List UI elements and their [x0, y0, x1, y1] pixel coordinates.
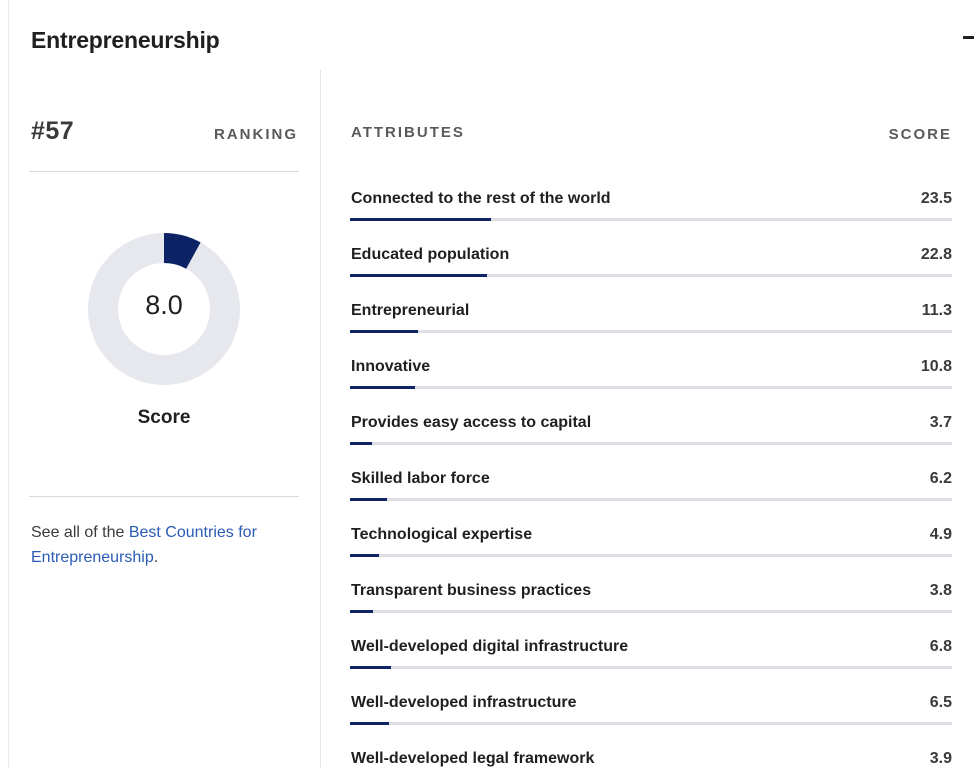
attribute-bar-fill	[350, 498, 388, 501]
entrepreneurship-panel: Entrepreneurship #57 RANKING 8.0 Score S…	[0, 0, 974, 768]
attribute-row: Connected to the rest of the world 23.5	[350, 190, 952, 230]
attribute-bar-track	[350, 274, 952, 277]
attribute-row: Educated population 22.8	[350, 246, 952, 286]
attribute-score: 23.5	[920, 190, 952, 207]
attribute-score: 3.7	[929, 414, 952, 431]
attribute-score: 3.9	[929, 750, 952, 767]
attribute-bar-fill	[350, 442, 373, 445]
attribute-bar-track	[350, 610, 952, 613]
attribute-score: 4.9	[929, 526, 952, 543]
attribute-name: Well-developed digital infrastructure	[351, 638, 629, 655]
attribute-name: Transparent business practices	[351, 582, 592, 599]
column-divider	[320, 70, 321, 768]
attributes-list: Connected to the rest of the world 23.5 Ed…	[350, 0, 952, 768]
attribute-bar-fill	[350, 554, 380, 557]
section-title: Entrepreneurship	[31, 27, 220, 53]
attribute-name: Skilled labor force	[351, 470, 490, 487]
attribute-bar-track	[350, 722, 952, 725]
attribute-bar-fill	[350, 610, 373, 613]
attribute-bar-track	[350, 498, 952, 501]
attribute-row: Technological expertise 4.9	[350, 526, 952, 566]
attribute-bar-fill	[350, 330, 419, 333]
score-caption: Score	[137, 407, 191, 428]
attribute-name: Provides easy access to capital	[351, 414, 592, 431]
attribute-score: 11.3	[921, 302, 952, 319]
attribute-score: 6.5	[929, 694, 952, 711]
ranking-divider	[29, 171, 299, 172]
attribute-bar-fill	[350, 218, 492, 221]
attribute-name: Educated population	[351, 246, 510, 263]
attribute-bar-track	[350, 386, 952, 389]
attribute-bar-track	[350, 666, 952, 669]
see-all-suffix: .	[153, 549, 159, 566]
attribute-score: 6.2	[929, 470, 952, 487]
attribute-bar-fill	[350, 386, 416, 389]
attribute-row: Entrepreneurial 11.3	[350, 302, 952, 342]
attribute-bar-track	[350, 554, 952, 557]
attribute-row: Well-developed infrastructure 6.5	[350, 694, 952, 734]
attribute-row: Well-developed digital infrastructure 6.8	[350, 638, 952, 678]
attribute-name: Well-developed legal framework	[351, 750, 595, 767]
attribute-row: Well-developed legal framework 3.9	[350, 750, 952, 768]
attribute-bar-track	[350, 330, 952, 333]
attribute-name: Connected to the rest of the world	[351, 190, 611, 207]
attribute-bar-fill	[350, 666, 391, 669]
attribute-row: Innovative 10.8	[350, 358, 952, 398]
footer-divider	[29, 496, 299, 497]
attribute-bar-fill	[350, 722, 390, 725]
attribute-bar-fill	[350, 274, 488, 277]
attribute-score: 6.8	[929, 638, 952, 655]
attribute-row: Provides easy access to capital 3.7	[350, 414, 952, 454]
see-all-text: See all of the Best Countries for Entrep…	[31, 520, 301, 570]
ranking-label: RANKING	[214, 126, 298, 143]
attribute-score: 10.8	[920, 358, 952, 375]
attribute-score: 22.8	[920, 246, 952, 263]
attribute-row: Transparent business practices 3.8	[350, 582, 952, 622]
attribute-row: Skilled labor force 6.2	[350, 470, 952, 510]
collapse-icon[interactable]	[963, 36, 974, 39]
attribute-name: Entrepreneurial	[351, 302, 470, 319]
attribute-bar-track	[350, 442, 952, 445]
attribute-name: Innovative	[351, 358, 431, 375]
ranking-number: #57	[31, 117, 75, 145]
attribute-score: 3.8	[929, 582, 952, 599]
see-all-prefix: See all of the	[31, 524, 129, 541]
score-value: 8.0	[145, 290, 183, 320]
panel-border	[8, 0, 9, 768]
attribute-name: Well-developed infrastructure	[351, 694, 577, 711]
attribute-name: Technological expertise	[351, 526, 533, 543]
attribute-bar-track	[350, 218, 952, 221]
